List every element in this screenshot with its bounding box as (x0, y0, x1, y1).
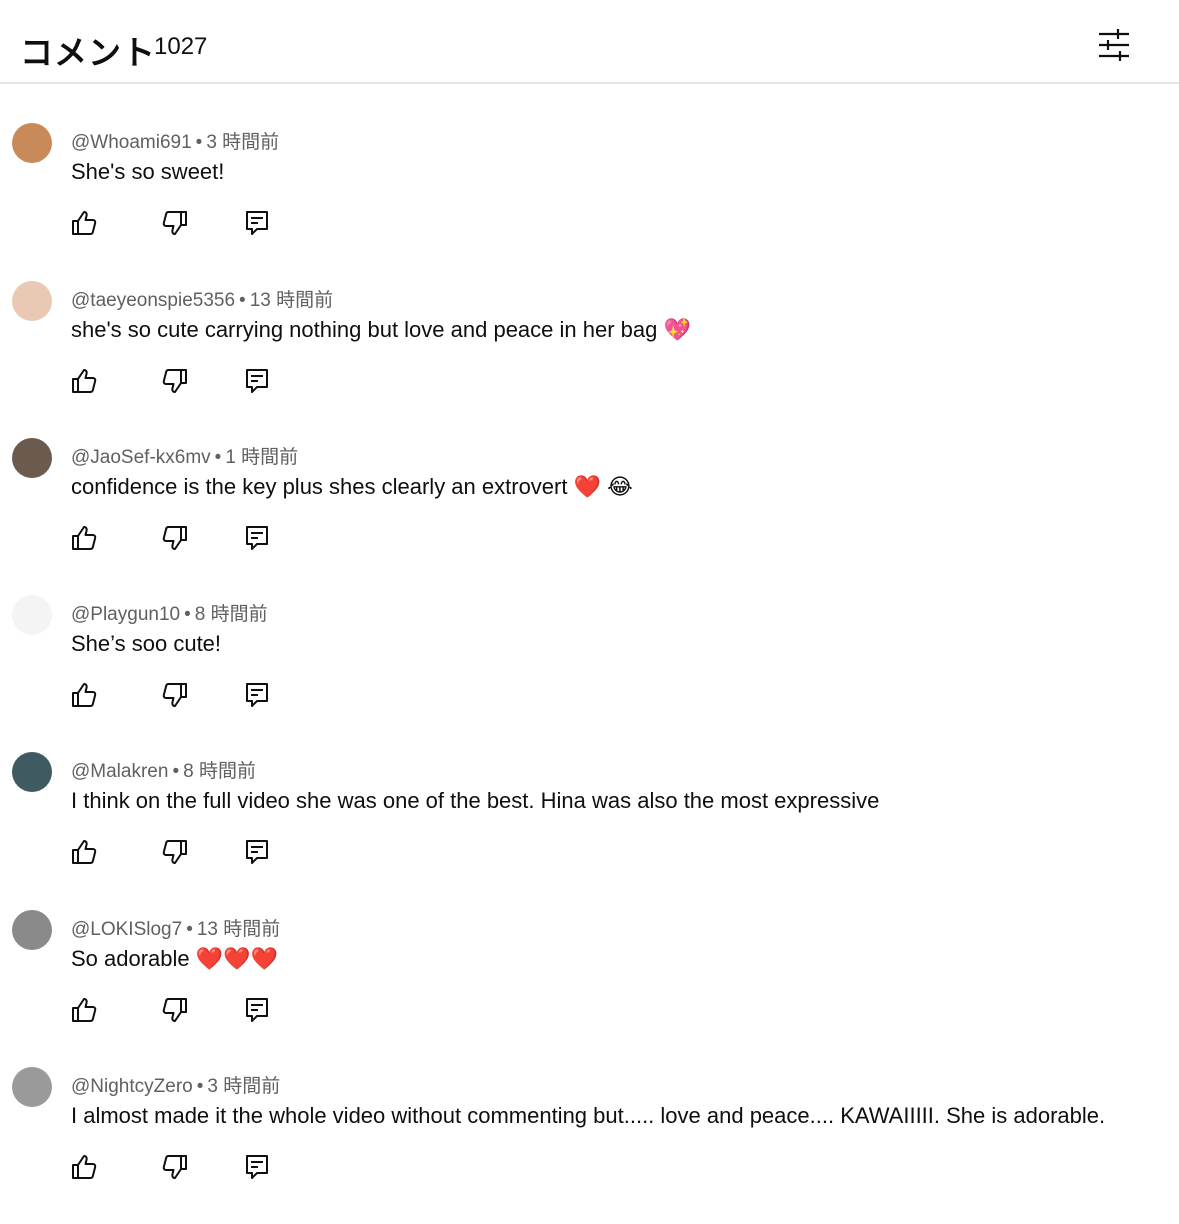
comment-item: @LOKISlog7 • 13 時間前 So adorable ❤️❤️❤️ (0, 910, 1179, 1067)
comment-text: she's so cute carrying nothing but love … (71, 317, 691, 342)
avatar[interactable] (12, 1067, 52, 1107)
separator-dot: • (186, 919, 193, 940)
dislike-button[interactable] (161, 838, 189, 866)
avatar[interactable] (12, 595, 52, 635)
comment-time: 3 時間前 (206, 132, 280, 153)
dislike-button[interactable] (161, 209, 189, 237)
comment-author[interactable]: @Whoami691 (71, 132, 192, 153)
comment-meta: @Malakren • 8 時間前 (71, 756, 256, 783)
reply-button[interactable] (243, 524, 271, 552)
comment-count: 1027 (154, 33, 208, 60)
dislike-button[interactable] (161, 1153, 189, 1181)
thumbs-up-icon (70, 683, 98, 713)
comments-header: コメント 1027 (0, 0, 1179, 84)
thumbs-up-icon (70, 369, 98, 399)
dislike-button[interactable] (161, 524, 189, 552)
comment-author[interactable]: @taeyeonspie5356 (71, 290, 235, 311)
like-button[interactable] (70, 209, 98, 237)
comment-author[interactable]: @JaoSef-kx6mv (71, 447, 211, 468)
comment-time: 13 時間前 (196, 919, 281, 940)
reply-button[interactable] (243, 681, 271, 709)
comment-time: 8 時間前 (194, 604, 268, 625)
sort-filter-button[interactable] (1096, 28, 1132, 62)
comment-item: @Malakren • 8 時間前 I think on the full video… (0, 752, 1179, 909)
thumbs-down-icon (161, 840, 189, 870)
comment-text: So adorable ❤️❤️❤️ (71, 946, 278, 971)
thumbs-up-icon (70, 1155, 98, 1185)
like-button[interactable] (70, 1153, 98, 1181)
comment-item: @Playgun10 • 8 時間前 She’s soo cute! (0, 595, 1179, 752)
separator-dot: • (172, 761, 180, 782)
avatar[interactable] (12, 123, 52, 163)
reply-button[interactable] (243, 209, 271, 237)
comment-text: She's so sweet! (71, 159, 225, 184)
avatar[interactable] (12, 752, 52, 792)
comment-meta: @Whoami691 • 3 時間前 (71, 127, 279, 154)
comment-text: She’s soo cute! (71, 631, 222, 656)
comment-author[interactable]: @NightcyZero (71, 1076, 193, 1097)
comment-meta: @taeyeonspie5356 • 13 時間前 (71, 285, 333, 312)
dislike-button[interactable] (161, 367, 189, 395)
reply-button[interactable] (243, 1153, 271, 1181)
comment-text: confidence is the key plus shes clearly … (71, 474, 633, 499)
avatar[interactable] (12, 910, 52, 950)
avatar[interactable] (12, 438, 52, 478)
separator-dot: • (239, 290, 246, 311)
reply-comment-icon (243, 526, 271, 556)
like-button[interactable] (70, 996, 98, 1024)
like-button[interactable] (70, 367, 98, 395)
separator-dot: • (196, 1076, 204, 1097)
comment-author[interactable]: @Malakren (71, 761, 168, 782)
thumbs-down-icon (161, 683, 189, 713)
sliders-icon (1099, 29, 1129, 61)
comment-time: 8 時間前 (183, 761, 256, 782)
reply-button[interactable] (243, 996, 271, 1024)
like-button[interactable] (70, 838, 98, 866)
reply-comment-icon (243, 998, 271, 1028)
reply-comment-icon (243, 1155, 271, 1185)
thumbs-down-icon (161, 998, 189, 1028)
thumbs-up-icon (70, 526, 98, 556)
thumbs-down-icon (161, 211, 189, 241)
comment-text: I think on the full video she was one of… (71, 788, 880, 813)
comment-meta: @LOKISlog7 • 13 時間前 (71, 914, 280, 941)
comment-author[interactable]: @LOKISlog7 (71, 919, 182, 940)
thumbs-down-icon (161, 1155, 189, 1185)
thumbs-up-icon (70, 211, 98, 241)
comment-time: 1 時間前 (225, 447, 299, 468)
thumbs-up-icon (70, 998, 98, 1028)
reply-button[interactable] (243, 838, 271, 866)
reply-button[interactable] (243, 367, 271, 395)
comment-meta: @NightcyZero • 3 時間前 (71, 1071, 280, 1098)
comment-item: @NightcyZero • 3 時間前 I almost made it the w… (0, 1067, 1179, 1224)
reply-comment-icon (243, 683, 271, 713)
comment-item: @taeyeonspie5356 • 13 時間前 she's so cute car… (0, 281, 1179, 438)
separator-dot: • (214, 447, 222, 468)
comment-author[interactable]: @Playgun10 (71, 604, 180, 625)
comment-item: @Whoami691 • 3 時間前 She's so sweet! (0, 123, 1179, 280)
thumbs-down-icon (161, 526, 189, 556)
comment-meta: @Playgun10 • 8 時間前 (71, 599, 268, 626)
comment-time: 3 時間前 (207, 1076, 281, 1097)
separator-dot: • (195, 132, 203, 153)
dislike-button[interactable] (161, 996, 189, 1024)
reply-comment-icon (243, 211, 271, 241)
reply-comment-icon (243, 369, 271, 399)
dislike-button[interactable] (161, 681, 189, 709)
comment-item: @JaoSef-kx6mv • 1 時間前 confidence is the key… (0, 438, 1179, 595)
like-button[interactable] (70, 681, 98, 709)
page-title: コメント (20, 33, 156, 72)
comment-time: 13 時間前 (249, 290, 334, 311)
thumbs-up-icon (70, 840, 98, 870)
avatar[interactable] (12, 281, 52, 321)
comment-text: I almost made it the whole video without… (71, 1103, 1106, 1128)
thumbs-down-icon (161, 369, 189, 399)
like-button[interactable] (70, 524, 98, 552)
reply-comment-icon (243, 840, 271, 870)
comment-meta: @JaoSef-kx6mv • 1 時間前 (71, 442, 298, 469)
separator-dot: • (184, 604, 191, 625)
